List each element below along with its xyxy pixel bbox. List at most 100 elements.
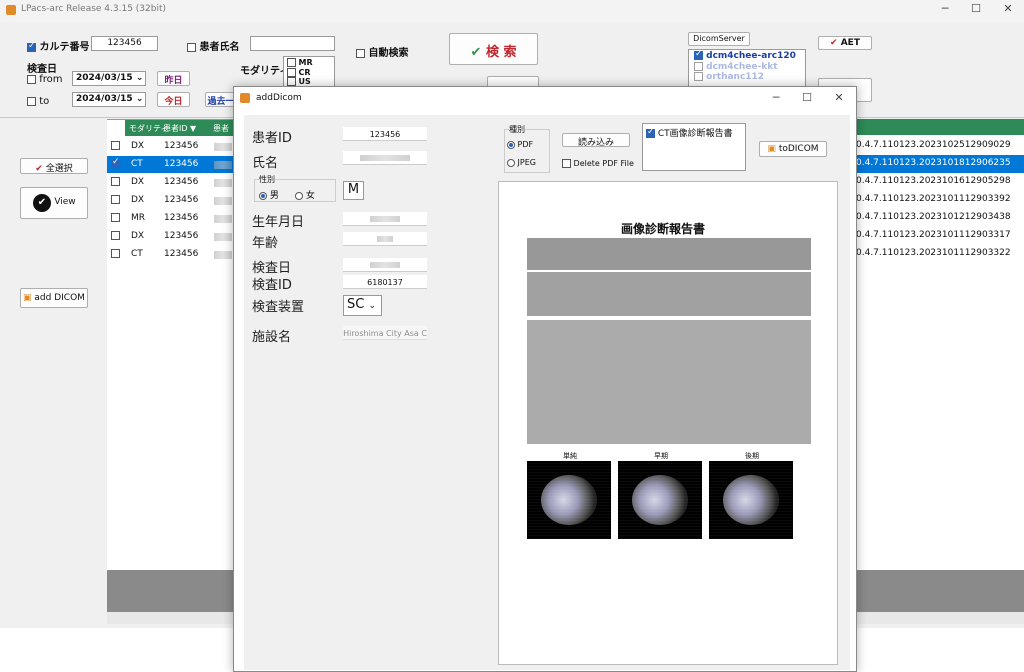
delete-pdf-checkbox[interactable]: Delete PDF File — [562, 159, 634, 168]
from-checkbox[interactable]: from — [27, 74, 62, 85]
dialog-maximize-icon[interactable]: ☐ — [792, 91, 822, 104]
select-all-button[interactable]: ✔ 全選択 — [20, 158, 88, 174]
study-uid: 0.4.7.110123.2023101112903392 — [856, 194, 1011, 204]
server-item[interactable]: dcm4chee-arc120 — [689, 50, 805, 62]
minimize-icon[interactable]: ─ — [930, 2, 960, 15]
view-button[interactable]: ✔ View — [20, 187, 88, 219]
add-dicom-button[interactable]: ▣ add DICOM — [20, 288, 88, 308]
study-uid: 0.4.7.110123.2023102512909029 — [856, 140, 1011, 150]
modality-option-us[interactable]: US — [284, 77, 334, 86]
dicom-server-tab[interactable]: DicomServer — [688, 32, 750, 46]
maximize-icon[interactable]: ☐ — [961, 2, 991, 15]
image-caption: 早期 — [654, 452, 668, 460]
age-field[interactable] — [343, 232, 427, 246]
jpeg-radio[interactable]: JPEG — [507, 158, 536, 167]
exam-id-label: 検査ID — [252, 278, 292, 293]
dialog-close-icon[interactable]: ✕ — [824, 91, 854, 104]
chevron-down-icon: ⌄ — [135, 73, 144, 83]
dialog-body: 患者ID 123456 氏名 性別 男 女 M 生年月日 年齢 検査日 検査ID… — [244, 115, 850, 670]
auto-search-label: 自動検索 — [368, 48, 409, 59]
age-label: 年齢 — [252, 236, 279, 251]
app-title: LPacs-arc Release 4.3.15 (32bit) — [21, 4, 166, 14]
chevron-down-icon: ⌄ — [368, 301, 377, 311]
gender-female-radio[interactable]: 女 — [295, 188, 315, 201]
auto-search-checkbox[interactable]: 自動検索 — [356, 44, 408, 59]
pdf-radio[interactable]: PDF — [507, 140, 533, 149]
grid-header-strip — [856, 119, 1024, 135]
grid-header: モダリティ 患者ID ▼ 患者 — [125, 120, 245, 136]
from-date-picker[interactable]: 2024/03/15 ⌄ — [72, 71, 146, 86]
server-item[interactable]: dcm4chee-kkt — [689, 62, 805, 72]
view-logo-icon: ✔ — [33, 194, 51, 212]
today-button[interactable]: 今日 — [157, 92, 190, 107]
column-header-patient-id[interactable]: 患者ID ▼ — [163, 123, 196, 134]
image-caption: 単純 — [563, 452, 577, 460]
facility-field[interactable]: Hiroshima City Asa C — [343, 326, 427, 340]
file-list-item[interactable]: CT画像診断報告書 — [643, 124, 745, 141]
device-label: 検査装置 — [252, 300, 305, 315]
patient-name-label: 患者氏名 — [199, 42, 240, 53]
search-button[interactable]: ✔ 検 索 — [449, 33, 538, 65]
name-field[interactable] — [343, 151, 427, 165]
karte-input[interactable]: 123456 — [91, 36, 158, 51]
dialog-minimize-icon[interactable]: ─ — [761, 91, 791, 104]
ct-image — [527, 461, 611, 539]
study-uid: 0.4.7.110123.2023101112903317 — [856, 230, 1011, 240]
exam-date-field[interactable] — [343, 258, 427, 272]
to-dicom-button[interactable]: ▣ toDICOM — [759, 141, 827, 157]
dialog-icon — [240, 93, 250, 103]
load-button[interactable]: 読み込み — [562, 133, 630, 147]
ct-image — [618, 461, 702, 539]
file-list[interactable]: CT画像診断報告書 — [642, 123, 746, 171]
study-uid: 0.4.7.110123.2023101112903322 — [856, 248, 1011, 258]
dialog-title: addDicom — [256, 93, 302, 103]
dicom-icon: ▣ — [767, 144, 776, 154]
yesterday-button[interactable]: 昨日 — [157, 71, 190, 86]
device-select[interactable]: SC ⌄ — [343, 295, 382, 316]
modality-label: モダリティ — [240, 66, 290, 77]
gender-male-radio[interactable]: 男 — [259, 188, 279, 201]
check-icon: ✔ — [830, 38, 838, 48]
ct-image — [709, 461, 793, 539]
gender-group: 性別 男 女 — [254, 174, 336, 202]
image-caption: 後期 — [745, 452, 759, 460]
study-uid: 0.4.7.110123.2023101212903438 — [856, 212, 1011, 222]
report-title: 画像診断報告書 — [621, 222, 706, 236]
patient-name-input[interactable] — [250, 36, 335, 51]
karte-checkbox[interactable]: カルテ番号 — [27, 38, 89, 53]
aet-button[interactable]: ✔ AET — [818, 36, 872, 50]
type-group: 種別 PDF JPEG — [504, 124, 550, 173]
server-item[interactable]: orthanc112 — [689, 72, 805, 82]
search-check-icon: ✔ — [470, 45, 482, 60]
exam-date-label: 検査日 — [27, 64, 57, 75]
birth-field[interactable] — [343, 212, 427, 226]
modality-list[interactable]: MR CR US — [283, 56, 335, 90]
modality-option-mr[interactable]: MR — [284, 57, 334, 68]
add-dicom-dialog: addDicom ─ ☐ ✕ 患者ID 123456 氏名 性別 男 女 M 生… — [233, 86, 857, 672]
modality-option-cr[interactable]: CR — [284, 68, 334, 77]
study-uid: 0.4.7.110123.2023101612905298 — [856, 176, 1011, 186]
pdf-preview: 画像診断報告書 単純 早期 後期 — [498, 181, 838, 665]
gender-value: M — [343, 181, 364, 200]
dialog-titlebar: addDicom ─ ☐ ✕ — [234, 87, 856, 109]
to-date-picker[interactable]: 2024/03/15 ⌄ — [72, 92, 146, 107]
dicom-server-list[interactable]: dcm4chee-arc120 dcm4chee-kkt orthanc112 — [688, 49, 806, 89]
facility-label: 施設名 — [252, 330, 292, 345]
patient-name-checkbox[interactable]: 患者氏名 — [187, 38, 239, 53]
report-table — [527, 272, 811, 316]
to-checkbox[interactable]: to — [27, 96, 49, 107]
type-group-label: 種別 — [509, 124, 525, 135]
dicom-icon: ▣ — [23, 293, 32, 303]
app-icon — [6, 5, 16, 15]
close-icon[interactable]: ✕ — [993, 2, 1023, 15]
check-icon: ✔ — [35, 164, 43, 174]
patient-id-field[interactable]: 123456 — [343, 127, 427, 141]
study-uid: 0.4.7.110123.2023101812906235 — [856, 155, 1024, 172]
karte-label: カルテ番号 — [39, 42, 90, 53]
report-table — [527, 238, 811, 270]
birth-label: 生年月日 — [252, 215, 305, 230]
column-header-patient[interactable]: 患者 — [213, 123, 229, 134]
gender-group-label: 性別 — [259, 174, 275, 185]
app-titlebar: LPacs-arc Release 4.3.15 (32bit) ─ ☐ ✕ — [0, 0, 1024, 22]
exam-id-field[interactable]: 6180137 — [343, 275, 427, 289]
